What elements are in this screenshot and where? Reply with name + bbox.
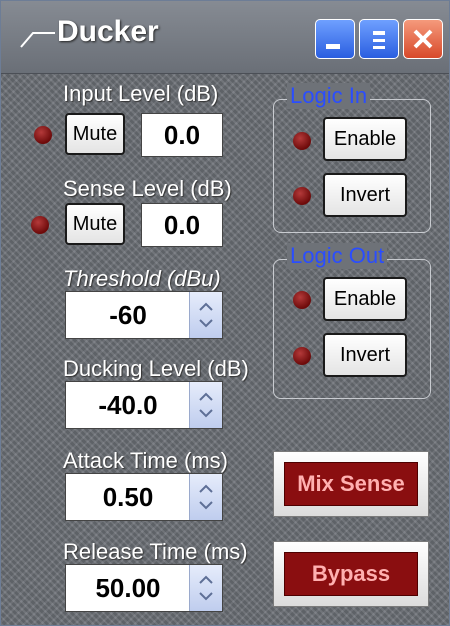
- logic-out-enable-led-icon: [293, 291, 311, 309]
- maximize-button[interactable]: [359, 19, 399, 59]
- logic-out-title: Logic Out: [287, 243, 388, 269]
- minimize-icon: [326, 44, 340, 49]
- minimize-button[interactable]: [315, 19, 355, 59]
- release-time-spinbox[interactable]: 50.00: [65, 564, 223, 612]
- sense-mute-button[interactable]: Mute: [65, 203, 125, 245]
- ducking-level-value: -40.0: [98, 390, 158, 420]
- ducking-level-spinner[interactable]: [189, 382, 222, 428]
- logic-in-title: Logic In: [287, 83, 371, 109]
- logic-in-enable-led-icon: [293, 132, 311, 150]
- ducking-level-spinbox[interactable]: -40.0: [65, 381, 223, 429]
- logic-in-invert-led-icon: [293, 187, 311, 205]
- input-level-field[interactable]: 0.0: [141, 113, 223, 157]
- threshold-value: -60: [109, 300, 147, 330]
- threshold-spinner[interactable]: [189, 292, 222, 338]
- mix-sense-button[interactable]: Mix Sense: [273, 451, 429, 517]
- attack-time-spinbox[interactable]: 0.50: [65, 473, 223, 521]
- close-button[interactable]: [403, 19, 443, 59]
- attack-time-label: Attack Time (ms): [63, 448, 229, 473]
- release-time-label: Release Time (ms): [63, 539, 248, 564]
- title-bar[interactable]: Ducker: [1, 1, 449, 74]
- threshold-spinbox[interactable]: -60: [65, 291, 223, 339]
- input-mute-led-icon: [34, 126, 52, 144]
- ducking-level-label: Ducking Level (dB): [63, 356, 249, 381]
- sense-mute-led-icon: [31, 216, 49, 234]
- attack-time-value: 0.50: [102, 482, 154, 512]
- spin-arrows-icon: [199, 484, 213, 510]
- spin-arrows-icon: [199, 392, 213, 418]
- logic-out-enable-button[interactable]: Enable: [323, 277, 407, 321]
- attack-time-spinner[interactable]: [189, 474, 222, 520]
- bypass-label: Bypass: [284, 552, 418, 596]
- window-title: Ducker: [57, 15, 159, 48]
- bypass-button[interactable]: Bypass: [273, 541, 429, 607]
- logic-in-enable-button[interactable]: Enable: [323, 117, 407, 161]
- input-mute-button[interactable]: Mute: [65, 113, 125, 155]
- maximize-icon: [373, 31, 385, 49]
- logic-out-invert-led-icon: [293, 347, 311, 365]
- sense-level-label: Sense Level (dB): [63, 176, 232, 201]
- threshold-label: Threshold (dBu): [63, 266, 221, 291]
- spin-arrows-icon: [199, 302, 213, 328]
- mix-sense-label: Mix Sense: [284, 462, 418, 506]
- release-time-value: 50.00: [95, 573, 161, 603]
- close-icon: [413, 29, 433, 49]
- title-mark-icon: [20, 32, 55, 48]
- logic-out-invert-button[interactable]: Invert: [323, 333, 407, 377]
- ducker-window: Ducker Input Level (dB) Mute 0.0 Sense L…: [0, 0, 450, 626]
- logic-in-invert-button[interactable]: Invert: [323, 173, 407, 217]
- spin-arrows-icon: [199, 575, 213, 601]
- input-level-label: Input Level (dB): [63, 81, 219, 106]
- sense-level-field[interactable]: 0.0: [141, 203, 223, 247]
- release-time-spinner[interactable]: [189, 565, 222, 611]
